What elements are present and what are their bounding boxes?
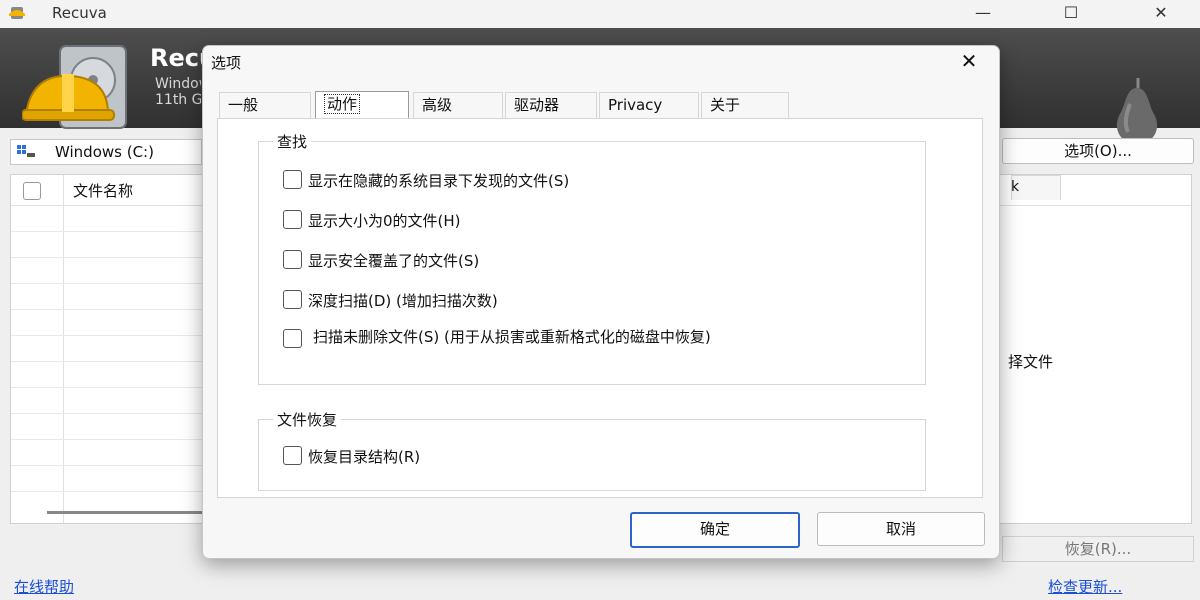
- option-label: 显示在隐藏的系统目录下发现的文件(S): [308, 172, 570, 190]
- drive-select[interactable]: Windows (C:): [10, 139, 202, 165]
- search-group-title: 查找: [273, 131, 312, 152]
- tab-label: 高级: [422, 96, 453, 114]
- maximize-button[interactable]: ☐: [1048, 0, 1094, 28]
- header-os-info: Windows 11: [155, 76, 201, 92]
- option-label: 扫描未删除文件(S) (用于从损害或重新格式化的磁盘中恢复): [313, 328, 711, 346]
- tab-actions[interactable]: 动作: [315, 91, 409, 119]
- tab-label: 关于: [710, 96, 741, 114]
- select-all-checkbox[interactable]: [23, 182, 41, 200]
- table-row: [11, 439, 211, 440]
- table-row: [11, 361, 211, 362]
- column-divider: [63, 175, 64, 523]
- option-label: 显示大小为0的文件(H): [308, 212, 461, 230]
- tab-drives[interactable]: 驱动器: [505, 92, 597, 118]
- horizontal-scrollbar[interactable]: [47, 511, 217, 514]
- tab-advanced[interactable]: 高级: [413, 92, 503, 118]
- tab-label: 动作: [324, 94, 361, 114]
- table-row: [11, 413, 211, 414]
- column-header-filename[interactable]: 文件名称: [73, 180, 133, 201]
- table-row: [11, 257, 211, 258]
- checkbox[interactable]: [283, 170, 302, 189]
- info-tab-label: k: [1011, 179, 1020, 195]
- search-group: 查找 显示在隐藏的系统目录下发现的文件(S) 显示大小为0的文件(H) 显示安全…: [258, 131, 926, 385]
- recuva-app-icon: [9, 7, 25, 19]
- tab-panel-actions: 查找 显示在隐藏的系统目录下发现的文件(S) 显示大小为0的文件(H) 显示安全…: [217, 118, 983, 498]
- option-show-hidden-system[interactable]: 显示在隐藏的系统目录下发现的文件(S): [283, 170, 569, 191]
- option-scan-undeleted[interactable]: 扫描未删除文件(S) (用于从损害或重新格式化的磁盘中恢复): [283, 328, 903, 368]
- option-show-zero-size[interactable]: 显示大小为0的文件(H): [283, 210, 461, 231]
- table-row: [11, 465, 211, 466]
- tab-label: Privacy: [608, 96, 663, 114]
- option-label: 深度扫描(D) (增加扫描次数): [308, 292, 498, 310]
- tab-about[interactable]: 关于: [701, 92, 789, 118]
- option-label: 恢复目录结构(R): [308, 448, 421, 466]
- hard-drive-helmet-logo: [22, 45, 127, 129]
- option-deep-scan[interactable]: 深度扫描(D) (增加扫描次数): [283, 290, 498, 311]
- title-bar: Recuva — ☐ ✕: [0, 0, 1200, 28]
- dialog-tabs: 一般 动作 高级 驱动器 Privacy 关于: [219, 91, 979, 119]
- piriform-pear-logo: [1116, 78, 1158, 144]
- option-show-securely-overwritten[interactable]: 显示安全覆盖了的文件(S): [283, 250, 479, 271]
- checkbox[interactable]: [283, 210, 302, 229]
- recover-button[interactable]: 恢复(R)...: [1002, 536, 1194, 562]
- check-updates-link[interactable]: 检查更新...: [1048, 576, 1122, 597]
- cancel-button[interactable]: 取消: [817, 512, 985, 546]
- table-row: [11, 335, 211, 336]
- options-button[interactable]: 选项(O)...: [1002, 138, 1194, 164]
- checkbox[interactable]: [283, 290, 302, 309]
- window-title: Recuva: [52, 4, 107, 22]
- table-row: [11, 231, 211, 232]
- file-recovery-group-title: 文件恢复: [273, 409, 342, 430]
- tab-label: 驱动器: [514, 96, 560, 114]
- dialog-close-button[interactable]: ✕: [955, 48, 983, 74]
- ok-button[interactable]: 确定: [630, 512, 800, 548]
- checkbox[interactable]: [283, 446, 302, 465]
- table-row: [11, 283, 211, 284]
- tab-general[interactable]: 一般: [219, 92, 311, 118]
- options-dialog: 选项 ✕ 一般 动作 高级 驱动器 Privacy 关于 查找 显示在隐藏的系统…: [202, 45, 1000, 559]
- option-restore-folder-structure[interactable]: 恢复目录结构(R): [283, 446, 420, 467]
- windows-drive-icon: [17, 145, 35, 157]
- drive-select-label: Windows (C:): [55, 143, 154, 161]
- option-label: 显示安全覆盖了的文件(S): [308, 252, 480, 270]
- header-cpu-info: 11th Gen: [155, 92, 201, 108]
- checkbox[interactable]: [283, 250, 302, 269]
- tab-label: 一般: [228, 96, 259, 114]
- table-row: [11, 491, 211, 492]
- minimize-button[interactable]: —: [960, 0, 1006, 28]
- header-app-name: Recuva: [150, 44, 202, 72]
- dialog-title: 选项: [211, 54, 242, 72]
- table-row: [11, 309, 211, 310]
- close-button[interactable]: ✕: [1138, 0, 1184, 28]
- info-panel-text: 择文件: [1008, 353, 1054, 371]
- tab-privacy[interactable]: Privacy: [599, 92, 699, 118]
- online-help-link[interactable]: 在线帮助: [14, 576, 74, 597]
- file-recovery-group: 文件恢复 恢复目录结构(R): [258, 409, 926, 491]
- recuva-window: Recuva — ☐ ✕ Recuva Windows 11 11th Gen: [0, 0, 1200, 600]
- checkbox[interactable]: [283, 329, 302, 348]
- table-row: [11, 387, 211, 388]
